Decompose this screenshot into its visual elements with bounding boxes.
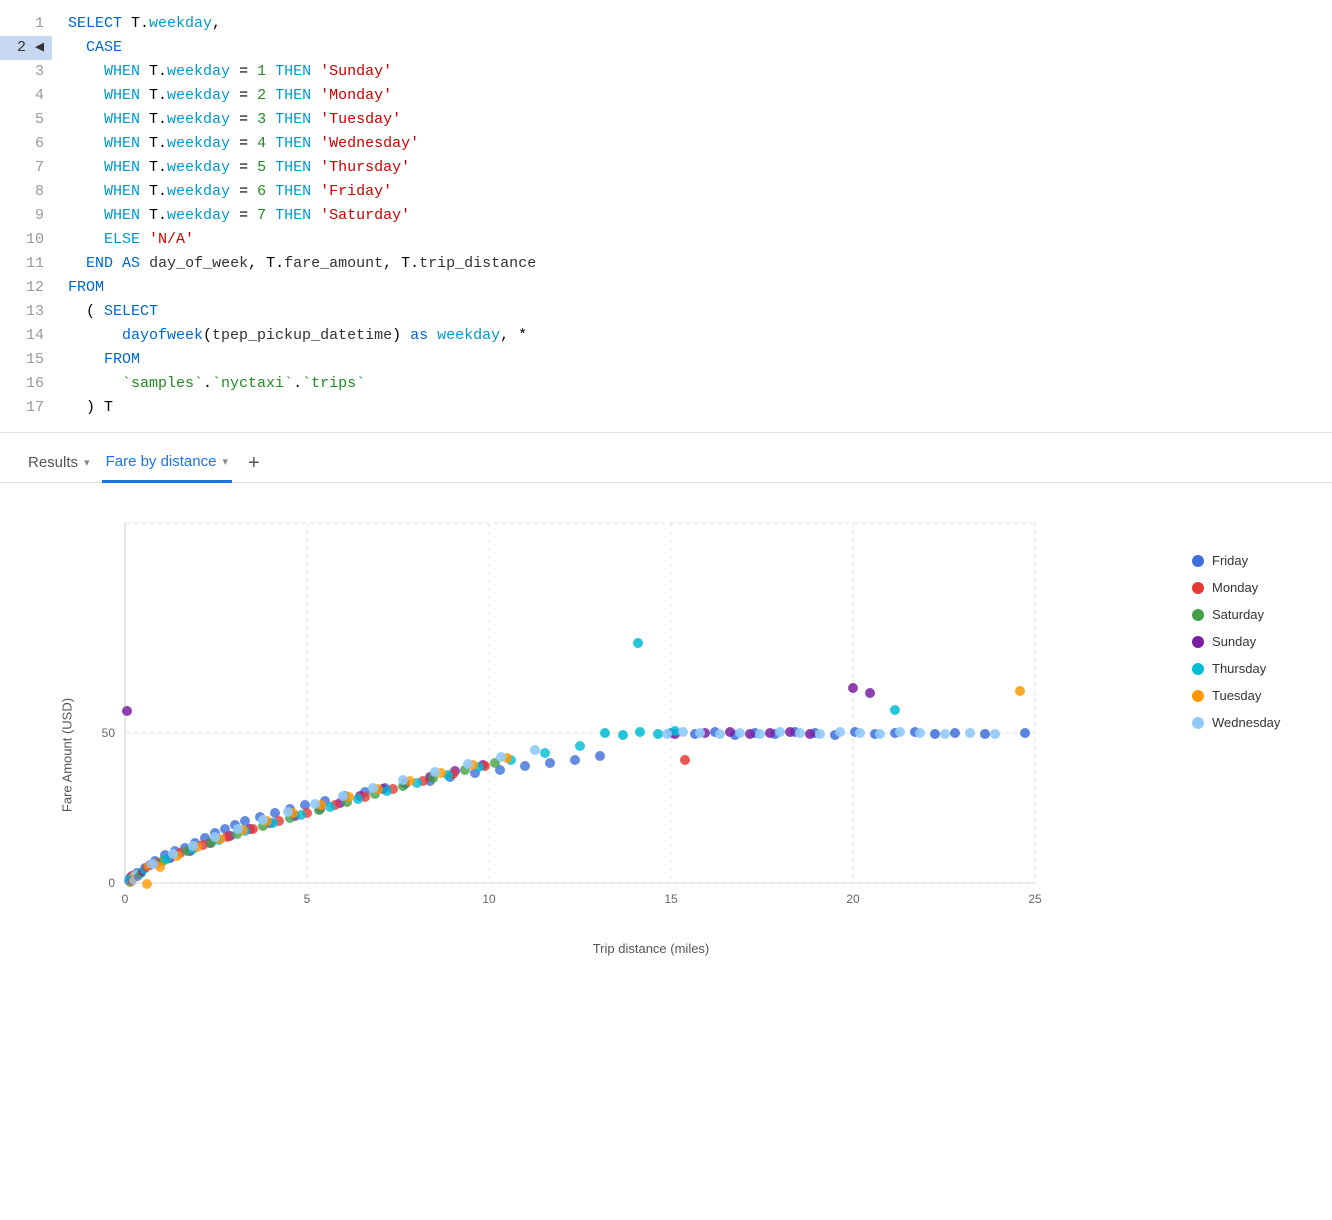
tab-add-button[interactable]: + [240, 448, 268, 479]
legend-item-monday: Monday [1192, 580, 1292, 595]
svg-text:0: 0 [108, 876, 115, 890]
tab-results[interactable]: Results ▾ [24, 446, 94, 483]
chart-with-axes: Fare Amount (USD) [20, 513, 1172, 996]
svg-text:20: 20 [846, 892, 860, 906]
code-line-13: ( SELECT [68, 300, 1332, 324]
line-num-11: 11 [0, 252, 44, 276]
fare-chevron-icon: ▾ [222, 455, 228, 468]
legend-dot-thursday [1192, 663, 1204, 675]
tab-fare-by-distance[interactable]: Fare by distance ▾ [102, 445, 232, 483]
legend-dot-tuesday [1192, 690, 1204, 702]
code-line-17: ) T [68, 396, 1332, 420]
chart-inner: 0 50 0 5 10 15 20 25 [75, 513, 1172, 956]
line-num-3: 3 [0, 60, 44, 84]
code-line-7: WHEN T.weekday = 5 THEN 'Thursday' [68, 156, 1332, 180]
legend-label-saturday: Saturday [1212, 607, 1264, 622]
editor-section: 1 2 ◀ 3 4 5 6 7 8 9 10 11 12 13 14 15 16… [0, 0, 1332, 433]
legend-label-monday: Monday [1212, 580, 1258, 595]
chart-legend: Friday Monday Saturday Sunday Thursday T… [1172, 513, 1312, 996]
code-line-10: ELSE 'N/A' [68, 228, 1332, 252]
line-num-17: 17 [0, 396, 44, 420]
legend-label-thursday: Thursday [1212, 661, 1266, 676]
legend-label-friday: Friday [1212, 553, 1248, 568]
legend-dot-saturday [1192, 609, 1204, 621]
legend-item-sunday: Sunday [1192, 634, 1292, 649]
code-line-3: WHEN T.weekday = 1 THEN 'Sunday' [68, 60, 1332, 84]
legend-item-friday: Friday [1192, 553, 1292, 568]
code-line-11: END AS day_of_week, T.fare_amount, T.tri… [68, 252, 1332, 276]
scatter-plot: 0 50 0 5 10 15 20 25 [75, 513, 1055, 933]
results-chevron-icon: ▾ [84, 456, 90, 469]
line-num-9: 9 [0, 204, 44, 228]
legend-item-thursday: Thursday [1192, 661, 1292, 676]
svg-text:25: 25 [1028, 892, 1042, 906]
line-num-4: 4 [0, 84, 44, 108]
svg-text:0: 0 [122, 892, 129, 906]
code-line-6: WHEN T.weekday = 4 THEN 'Wednesday' [68, 132, 1332, 156]
chart-area: Fare Amount (USD) [0, 483, 1332, 1016]
legend-label-tuesday: Tuesday [1212, 688, 1261, 703]
chart-svg: 0 50 0 5 10 15 20 25 [75, 513, 1055, 933]
code-line-12: FROM [68, 276, 1332, 300]
code-container: 1 2 ◀ 3 4 5 6 7 8 9 10 11 12 13 14 15 16… [0, 0, 1332, 432]
tab-results-label: Results [28, 454, 78, 471]
code-line-16: `samples`.`nyctaxi`.`trips` [68, 372, 1332, 396]
code-line-2: CASE [68, 36, 1332, 60]
code-line-5: WHEN T.weekday = 3 THEN 'Tuesday' [68, 108, 1332, 132]
code-line-14: dayofweek(tpep_pickup_datetime) as weekd… [68, 324, 1332, 348]
code-line-4: WHEN T.weekday = 2 THEN 'Monday' [68, 84, 1332, 108]
results-tabs: Results ▾ Fare by distance ▾ + [0, 433, 1332, 483]
code-line-8: WHEN T.weekday = 6 THEN 'Friday' [68, 180, 1332, 204]
line-num-15: 15 [0, 348, 44, 372]
line-num-7: 7 [0, 156, 44, 180]
results-section: Results ▾ Fare by distance ▾ + Fare Amou… [0, 433, 1332, 1016]
line-num-14: 14 [0, 324, 44, 348]
legend-dot-friday [1192, 555, 1204, 567]
tab-fare-label: Fare by distance [106, 453, 217, 470]
svg-text:5: 5 [304, 892, 311, 906]
line-num-13: 13 [0, 300, 44, 324]
line-num-12: 12 [0, 276, 44, 300]
code-line-1: SELECT T.weekday, [68, 12, 1332, 36]
line-numbers: 1 2 ◀ 3 4 5 6 7 8 9 10 11 12 13 14 15 16… [0, 12, 60, 420]
line-num-2: 2 ◀ [0, 36, 52, 60]
legend-item-tuesday: Tuesday [1192, 688, 1292, 703]
line-num-16: 16 [0, 372, 44, 396]
line-num-1: 1 [0, 12, 44, 36]
y-axis-label: Fare Amount (USD) [60, 697, 75, 811]
code-editor[interactable]: SELECT T.weekday, CASE WHEN T.weekday = … [60, 12, 1332, 420]
svg-text:10: 10 [482, 892, 496, 906]
legend-dot-wednesday [1192, 717, 1204, 729]
svg-text:50: 50 [102, 726, 116, 740]
legend-label-wednesday: Wednesday [1212, 715, 1280, 730]
legend-dot-monday [1192, 582, 1204, 594]
line-num-8: 8 [0, 180, 44, 204]
code-line-9: WHEN T.weekday = 7 THEN 'Saturday' [68, 204, 1332, 228]
legend-item-saturday: Saturday [1192, 607, 1292, 622]
code-line-15: FROM [68, 348, 1332, 372]
legend-label-sunday: Sunday [1212, 634, 1256, 649]
x-axis-label: Trip distance (miles) [130, 941, 1172, 956]
line-num-5: 5 [0, 108, 44, 132]
svg-text:15: 15 [664, 892, 678, 906]
line-num-10: 10 [0, 228, 44, 252]
legend-item-wednesday: Wednesday [1192, 715, 1292, 730]
line-num-6: 6 [0, 132, 44, 156]
legend-dot-sunday [1192, 636, 1204, 648]
